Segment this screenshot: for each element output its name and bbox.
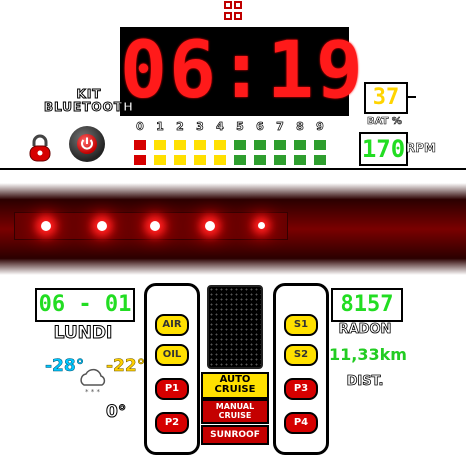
distance-label: DIST. (346, 374, 384, 390)
right-button-panel: S1 S2 P3 P4 (273, 283, 329, 455)
rpm-bar-segment (314, 140, 326, 150)
temp-right: -22° (106, 356, 146, 377)
kit-bluetooth-title: KIT BLUETOOTH (34, 87, 144, 114)
rpm-bar-segment (154, 140, 166, 150)
divider-line (0, 168, 466, 170)
sunroof-button[interactable]: SUNROOF (201, 425, 269, 445)
rpm-bar-segment (174, 155, 186, 165)
lock-icon[interactable] (28, 134, 52, 162)
bluetooth-power-button[interactable] (69, 126, 105, 162)
p4-button[interactable]: P4 (284, 412, 318, 434)
rpm-bar-label-7: 7 (276, 120, 284, 134)
rpm-bar-segment (234, 140, 246, 150)
rpm-bar-label-4: 4 (216, 120, 224, 134)
rpm-bar-segment (174, 140, 186, 150)
clock-display: 06:19 (120, 26, 365, 116)
date-value: 06 - 01 (35, 288, 135, 322)
rpm-bar-segment (214, 155, 226, 165)
rpm-bar-label-0: 0 (136, 120, 144, 134)
kit-title-line2: BLUETOOTH (43, 100, 135, 114)
battery-value: 37 (364, 82, 408, 114)
rpm-value: 170 (359, 132, 408, 166)
led-strip (14, 212, 288, 240)
rpm-bar-segment (134, 155, 146, 165)
auto-cruise-button[interactable]: AUTO CRUISE (201, 372, 269, 399)
rpm-bar-segment (294, 140, 306, 150)
clock-time: 06:19 (120, 26, 365, 116)
rpm-bar-label-9: 9 (316, 120, 324, 134)
rpm-bar-segment (194, 155, 206, 165)
left-button-panel: AIR OIL P1 P2 (144, 283, 200, 455)
rpm-bar-label-1: 1 (156, 120, 164, 134)
s1-button[interactable]: S1 (284, 314, 318, 336)
odometer-label: RADON (338, 322, 392, 338)
led-3 (150, 221, 160, 231)
rpm-bar-segment (254, 155, 266, 165)
odometer-value: 8157 (331, 288, 403, 322)
manual-cruise-button[interactable]: MANUAL CRUISE (201, 399, 269, 424)
led-1 (41, 221, 51, 231)
rpm-bar-segment (274, 155, 286, 165)
rpm-label: RPM (406, 141, 437, 156)
air-button[interactable]: AIR (155, 314, 189, 336)
led-2 (97, 221, 107, 231)
rpm-bar-graph: 0123456789 (133, 120, 333, 170)
rpm-bar-label-6: 6 (256, 120, 264, 134)
day-label: LUNDI (53, 323, 113, 344)
rpm-bar-segment (154, 155, 166, 165)
led-5 (258, 222, 265, 229)
battery-indicator-line (408, 96, 416, 98)
rpm-bar-segment (294, 155, 306, 165)
rpm-bar-label-3: 3 (196, 120, 204, 134)
p3-button[interactable]: P3 (284, 378, 318, 400)
s2-button[interactable]: S2 (284, 344, 318, 366)
rpm-bar-segment (214, 140, 226, 150)
speaker-grille (207, 285, 263, 369)
rpm-bar-segment (274, 140, 286, 150)
distance-value: 11,33km (329, 345, 407, 364)
rpm-bar-segment (254, 140, 266, 150)
rpm-bar-segment (314, 155, 326, 165)
rpm-bar-segment (194, 140, 206, 150)
battery-label: BAT % (367, 116, 403, 128)
svg-text:* * *: * * * (85, 388, 100, 396)
grid-icon (224, 1, 242, 20)
rpm-bar-label-8: 8 (296, 120, 304, 134)
led-4 (205, 221, 215, 231)
temp-bottom: 0° (105, 402, 127, 423)
p1-button[interactable]: P1 (155, 378, 189, 400)
rpm-bar-segment (234, 155, 246, 165)
p2-button[interactable]: P2 (155, 412, 189, 434)
rpm-bar-label-5: 5 (236, 120, 244, 134)
oil-button[interactable]: OIL (155, 344, 189, 366)
power-icon (77, 134, 97, 154)
rpm-bar-label-2: 2 (176, 120, 184, 134)
rpm-bar-segment (134, 140, 146, 150)
snow-cloud-icon: * * * (80, 368, 106, 396)
